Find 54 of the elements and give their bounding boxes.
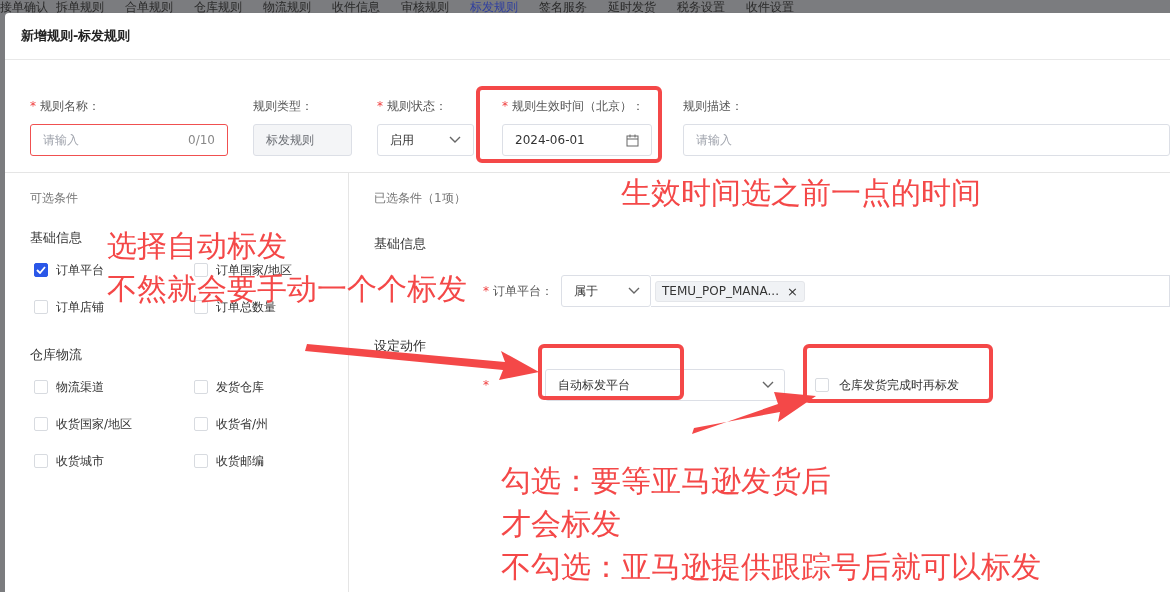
- checkbox-label: 收货城市: [56, 452, 104, 470]
- dialog-title: 新增规则-标发规则: [21, 27, 131, 45]
- required-mark: *: [483, 378, 489, 392]
- operator-select[interactable]: 属于: [561, 275, 651, 307]
- field-label: 规则状态：: [387, 98, 447, 114]
- tab-label: 仓库规则: [194, 1, 243, 13]
- status-select[interactable]: 启用: [377, 124, 474, 156]
- checkbox-label: 订单店铺: [56, 298, 104, 316]
- tab-label: 收件信息: [332, 1, 381, 13]
- tag-field[interactable]: TEMU_POP_MANA... ×: [651, 275, 1170, 307]
- tab-label: 审核规则: [401, 1, 450, 13]
- readonly-field: 标发规则: [253, 124, 352, 156]
- checkbox-label: 收货省/州: [216, 415, 269, 433]
- tab-label: 标发规则: [470, 1, 519, 13]
- required-mark: *: [483, 284, 489, 298]
- field-label: 规则类型：: [253, 98, 313, 114]
- character-counter: 0/10: [188, 133, 215, 147]
- tab-label: 延时发货: [608, 1, 657, 13]
- tab-label: 接单确认: [0, 1, 49, 13]
- tab-label: 签名服务: [539, 1, 588, 13]
- value-tag: TEMU_POP_MANA... ×: [655, 280, 805, 302]
- required-mark: *: [30, 99, 36, 113]
- section-title: 可选条件: [30, 190, 78, 207]
- checkbox-label: 订单平台: [56, 261, 104, 279]
- text-field[interactable]: 请输入 0/10: [30, 124, 228, 156]
- field-label: 规则生效时间（北京）：: [512, 98, 644, 114]
- field-label: 规则描述：: [683, 98, 743, 114]
- required-mark: *: [377, 99, 383, 113]
- required-mark: *: [502, 99, 508, 113]
- checkbox-label: 收货邮编: [216, 452, 264, 470]
- chevron-down-icon: [762, 381, 774, 389]
- action-select[interactable]: 自动标发平台: [545, 369, 785, 401]
- date-field[interactable]: 2024-06-01: [502, 124, 652, 156]
- group-title: 基础信息: [374, 235, 426, 253]
- tab-label: 税务设置: [677, 1, 726, 13]
- calendar-icon: [626, 133, 639, 147]
- tab-label: 物流规则: [263, 1, 312, 13]
- field-label: 规则名称：: [40, 98, 100, 114]
- checkbox-label: 仓库发货完成时再标发: [839, 376, 959, 394]
- group-title: 基础信息: [30, 229, 82, 247]
- checkbox-label: 发货仓库: [216, 378, 264, 396]
- tab-label: 收件设置: [746, 1, 795, 13]
- checkbox-label: 物流渠道: [56, 378, 104, 396]
- group-title: 仓库物流: [30, 346, 82, 364]
- condition-label: 订单平台：: [493, 283, 553, 299]
- close-icon[interactable]: ×: [786, 283, 798, 299]
- tab-label: 拆单规则: [56, 1, 105, 13]
- section-title: 已选条件（1项）: [374, 190, 466, 207]
- chevron-down-icon: [449, 136, 461, 144]
- checkbox[interactable]: [34, 263, 48, 277]
- checkbox-label: 收货国家/地区: [56, 415, 133, 433]
- tab-label: 合单规则: [125, 1, 174, 13]
- group-title: 设定动作: [374, 337, 426, 355]
- chevron-down-icon: [628, 287, 640, 295]
